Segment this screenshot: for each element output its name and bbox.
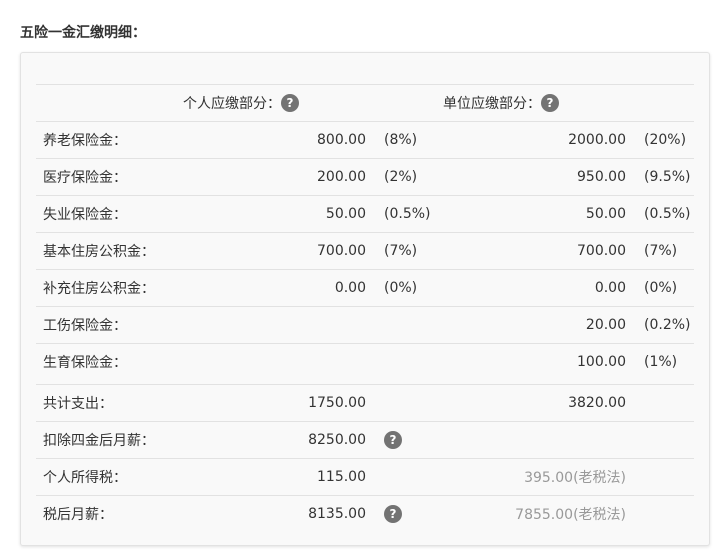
row-label: 共计支出： [43,396,113,412]
question-circle-icon[interactable]: ? [281,94,299,112]
income-tax-value: 115.00 [317,469,366,485]
company-total: 3820.00 [568,395,626,411]
old-tax-law-value: 395.00(老税法) [524,470,626,486]
company-value: 0.00 [594,280,626,296]
row-label: 基本住房公积金： [43,244,155,260]
company-percent: (9.5%) [644,169,691,185]
personal-header-label: 个人应缴部分： [183,96,281,112]
table-row: 工伤保险金： 20.00 (0.2%) [21,307,709,343]
insurance-detail-panel: 个人应缴部分： ? 单位应缴部分： ? 养老保险金： 800.00 (8%) 2… [20,52,710,546]
table-row: 养老保险金： 800.00 (8%) 2000.00 (20%) [21,122,709,158]
personal-percent: (8%) [384,132,418,148]
row-label: 养老保险金： [43,133,127,149]
company-value: 700.00 [577,243,626,259]
table-row: 失业保险金： 50.00 (0.5%) 50.00 (0.5%) [21,196,709,232]
company-header-label: 单位应缴部分： [443,96,541,112]
company-value: 950.00 [577,169,626,185]
question-circle-icon[interactable]: ? [384,505,402,523]
personal-percent: (0%) [384,280,418,296]
company-value: 100.00 [577,354,626,370]
total-row: 共计支出： 1750.00 3820.00 [21,385,709,421]
personal-percent: (7%) [384,243,418,259]
table-row: 补充住房公积金： 0.00 (0%) 0.00 (0%) [21,270,709,306]
after-deduction-row: 扣除四金后月薪： 8250.00 ? [21,422,709,458]
personal-header: 个人应缴部分： ? [183,93,299,113]
table-row: 生育保险金： 100.00 (1%) [21,344,709,380]
personal-total: 1750.00 [308,395,366,411]
net-salary-row: 税后月薪： 8135.00 ? 7855.00(老税法) [21,496,709,532]
row-label: 工伤保险金： [43,318,127,334]
question-circle-icon[interactable]: ? [384,431,402,449]
row-label: 生育保险金： [43,355,127,371]
company-value: 50.00 [585,206,626,222]
divider [36,84,694,85]
personal-value: 50.00 [325,206,366,222]
personal-value: 200.00 [317,169,366,185]
personal-percent: (2%) [384,169,418,185]
row-label: 扣除四金后月薪： [43,433,155,449]
question-circle-icon[interactable]: ? [541,94,559,112]
company-percent: (20%) [644,132,687,148]
company-value: 2000.00 [568,132,626,148]
table-row: 基本住房公积金： 700.00 (7%) 700.00 (7%) [21,233,709,269]
personal-percent: (0.5%) [384,206,431,222]
company-percent: (0.5%) [644,206,691,222]
company-percent: (7%) [644,243,678,259]
personal-value: 0.00 [334,280,366,296]
company-percent: (0%) [644,280,678,296]
row-label: 医疗保险金： [43,170,127,186]
personal-value: 700.00 [317,243,366,259]
row-label: 补充住房公积金： [43,281,155,297]
company-value: 20.00 [585,317,626,333]
page-title: 五险一金汇缴明细： [20,25,146,41]
net-salary-value: 8135.00 [308,506,366,522]
table-row: 医疗保险金： 200.00 (2%) 950.00 (9.5%) [21,159,709,195]
income-tax-row: 个人所得税： 115.00 395.00(老税法) [21,459,709,495]
salary-after-deduction: 8250.00 [308,432,366,448]
row-label: 个人所得税： [43,470,127,486]
old-tax-law-net-value: 7855.00(老税法) [515,507,626,523]
row-label: 失业保险金： [43,207,127,223]
row-label: 税后月薪： [43,507,113,523]
personal-value: 800.00 [317,132,366,148]
company-percent: (1%) [644,354,678,370]
company-header: 单位应缴部分： ? [443,93,559,113]
company-percent: (0.2%) [644,317,691,333]
